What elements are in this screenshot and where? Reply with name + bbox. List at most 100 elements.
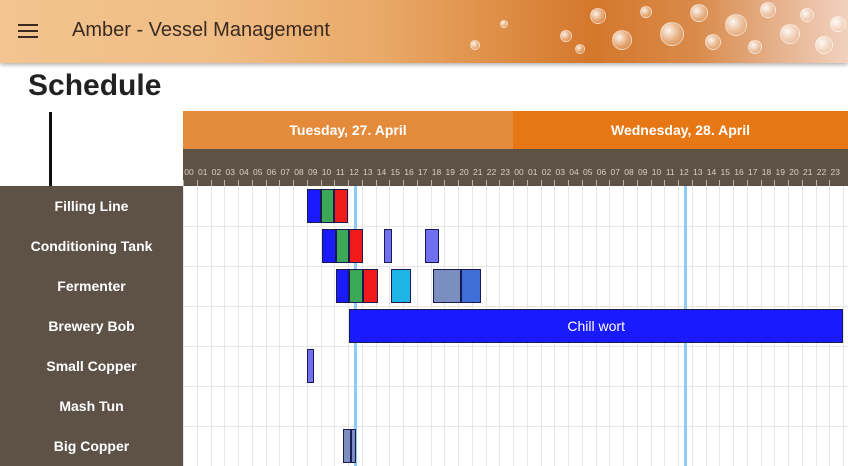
bubble-decoration: [705, 34, 721, 50]
grid-hour-line: [279, 186, 281, 466]
hour-label: 23: [830, 167, 840, 177]
hour-label: 21: [803, 167, 813, 177]
task-block[interactable]: [460, 269, 482, 303]
task-block[interactable]: [335, 229, 350, 263]
hour-label: 13: [693, 167, 703, 177]
grid-row-line: [183, 426, 848, 427]
bubble-decoration: [560, 30, 572, 42]
bubble-decoration: [800, 8, 814, 22]
hour-label: 19: [775, 167, 785, 177]
grid-hour-line: [196, 186, 198, 466]
bubble-decoration: [470, 40, 480, 50]
grid-hour-line: [265, 186, 267, 466]
hour-label: 19: [445, 167, 455, 177]
task-block[interactable]: [433, 269, 461, 303]
task-block[interactable]: [350, 429, 357, 463]
app-bar: Amber - Vessel Management: [0, 0, 848, 63]
task-block-chill-wort[interactable]: Chill wort: [349, 309, 843, 343]
task-block[interactable]: [425, 229, 439, 263]
grid-hour-line: [183, 186, 184, 466]
grid-hour-line: [843, 186, 844, 466]
page-title: Schedule: [28, 69, 162, 102]
task-block[interactable]: [390, 269, 412, 303]
hour-label: 08: [294, 167, 304, 177]
day-header-tuesday[interactable]: Tuesday, 27. April: [183, 111, 513, 149]
hour-label: 18: [761, 167, 772, 177]
hour-label: 04: [239, 167, 249, 177]
vessel-label-small-copper[interactable]: Small Copper: [0, 346, 183, 386]
hour-label: 05: [583, 167, 593, 177]
hour-label: 12: [349, 167, 359, 177]
hour-label: 00: [514, 167, 524, 177]
task-block[interactable]: [320, 189, 335, 223]
hour-label: 15: [720, 167, 730, 177]
bubble-decoration: [748, 40, 762, 54]
task-block[interactable]: [342, 429, 351, 463]
vessel-sidebar: Filling Line Conditioning Tank Fermenter…: [0, 186, 183, 466]
hour-label: 22: [486, 167, 497, 177]
hour-label: 11: [335, 167, 345, 177]
hour-label: 20: [789, 167, 799, 177]
hour-label: 23: [500, 167, 510, 177]
hour-label: 06: [266, 167, 277, 177]
hour-label: 22: [816, 167, 827, 177]
hour-label: 21: [473, 167, 483, 177]
vessel-label-conditioning-tank[interactable]: Conditioning Tank: [0, 226, 183, 266]
bubble-decoration: [760, 2, 776, 18]
task-block[interactable]: [335, 269, 350, 303]
hour-label: 04: [569, 167, 579, 177]
hour-label: 16: [734, 167, 744, 177]
schedule-grid[interactable]: Chill wort: [183, 186, 848, 466]
grid-hour-line: [320, 186, 322, 466]
bubble-decoration: [640, 6, 652, 18]
hour-label: 05: [253, 167, 263, 177]
task-block[interactable]: [383, 229, 392, 263]
hour-label: 18: [431, 167, 442, 177]
hour-label: 07: [610, 167, 620, 177]
hour-label: 01: [198, 167, 208, 177]
task-block[interactable]: [349, 229, 364, 263]
task-block[interactable]: [321, 229, 336, 263]
hour-label: 09: [638, 167, 648, 177]
hour-label: 13: [363, 167, 373, 177]
hour-label: 02: [541, 167, 552, 177]
bubble-decoration: [660, 22, 684, 46]
grid-row-line: [183, 226, 848, 227]
grid-row-line: [183, 306, 848, 307]
task-block[interactable]: [306, 349, 314, 383]
grid-row-line: [183, 266, 848, 267]
vessel-label-big-copper[interactable]: Big Copper: [0, 426, 183, 466]
grid-hour-line: [334, 186, 336, 466]
task-block[interactable]: [334, 189, 348, 223]
hour-label: 03: [225, 167, 235, 177]
bubble-decoration: [830, 16, 846, 32]
hour-label: 12: [679, 167, 689, 177]
grid-hour-line: [238, 186, 239, 466]
task-block[interactable]: [349, 269, 364, 303]
hour-label: 06: [596, 167, 607, 177]
vessel-label-filling-line[interactable]: Filling Line: [0, 186, 183, 226]
corner-divider: [49, 112, 52, 186]
hour-label: 14: [706, 167, 717, 177]
grid-hour-line: [224, 186, 226, 466]
vessel-label-mash-tun[interactable]: Mash Tun: [0, 386, 183, 426]
vessel-label-brewery-bob[interactable]: Brewery Bob: [0, 306, 183, 346]
task-block[interactable]: [306, 189, 321, 223]
day-header-wednesday[interactable]: Wednesday, 28. April: [513, 111, 848, 149]
grid-row-line: [183, 386, 848, 387]
hour-label: 10: [651, 167, 662, 177]
hour-label: 17: [418, 167, 428, 177]
hour-label: 09: [308, 167, 318, 177]
grid-row-line: [183, 346, 848, 347]
hour-label: 03: [555, 167, 565, 177]
hour-label: 00: [184, 167, 194, 177]
vessel-label-fermenter[interactable]: Fermenter: [0, 266, 183, 306]
hour-label: 17: [748, 167, 758, 177]
hour-label: 10: [321, 167, 332, 177]
task-block[interactable]: [363, 269, 379, 303]
bubble-decoration: [575, 44, 585, 54]
hour-scale: 00 01 02 03 04 05 06 07 08 09 10 11 12 13 14 15 16 17 18 19…: [183, 149, 848, 186]
grid-hour-line: [293, 186, 294, 466]
hour-label: 15: [390, 167, 400, 177]
menu-icon[interactable]: [18, 24, 38, 38]
